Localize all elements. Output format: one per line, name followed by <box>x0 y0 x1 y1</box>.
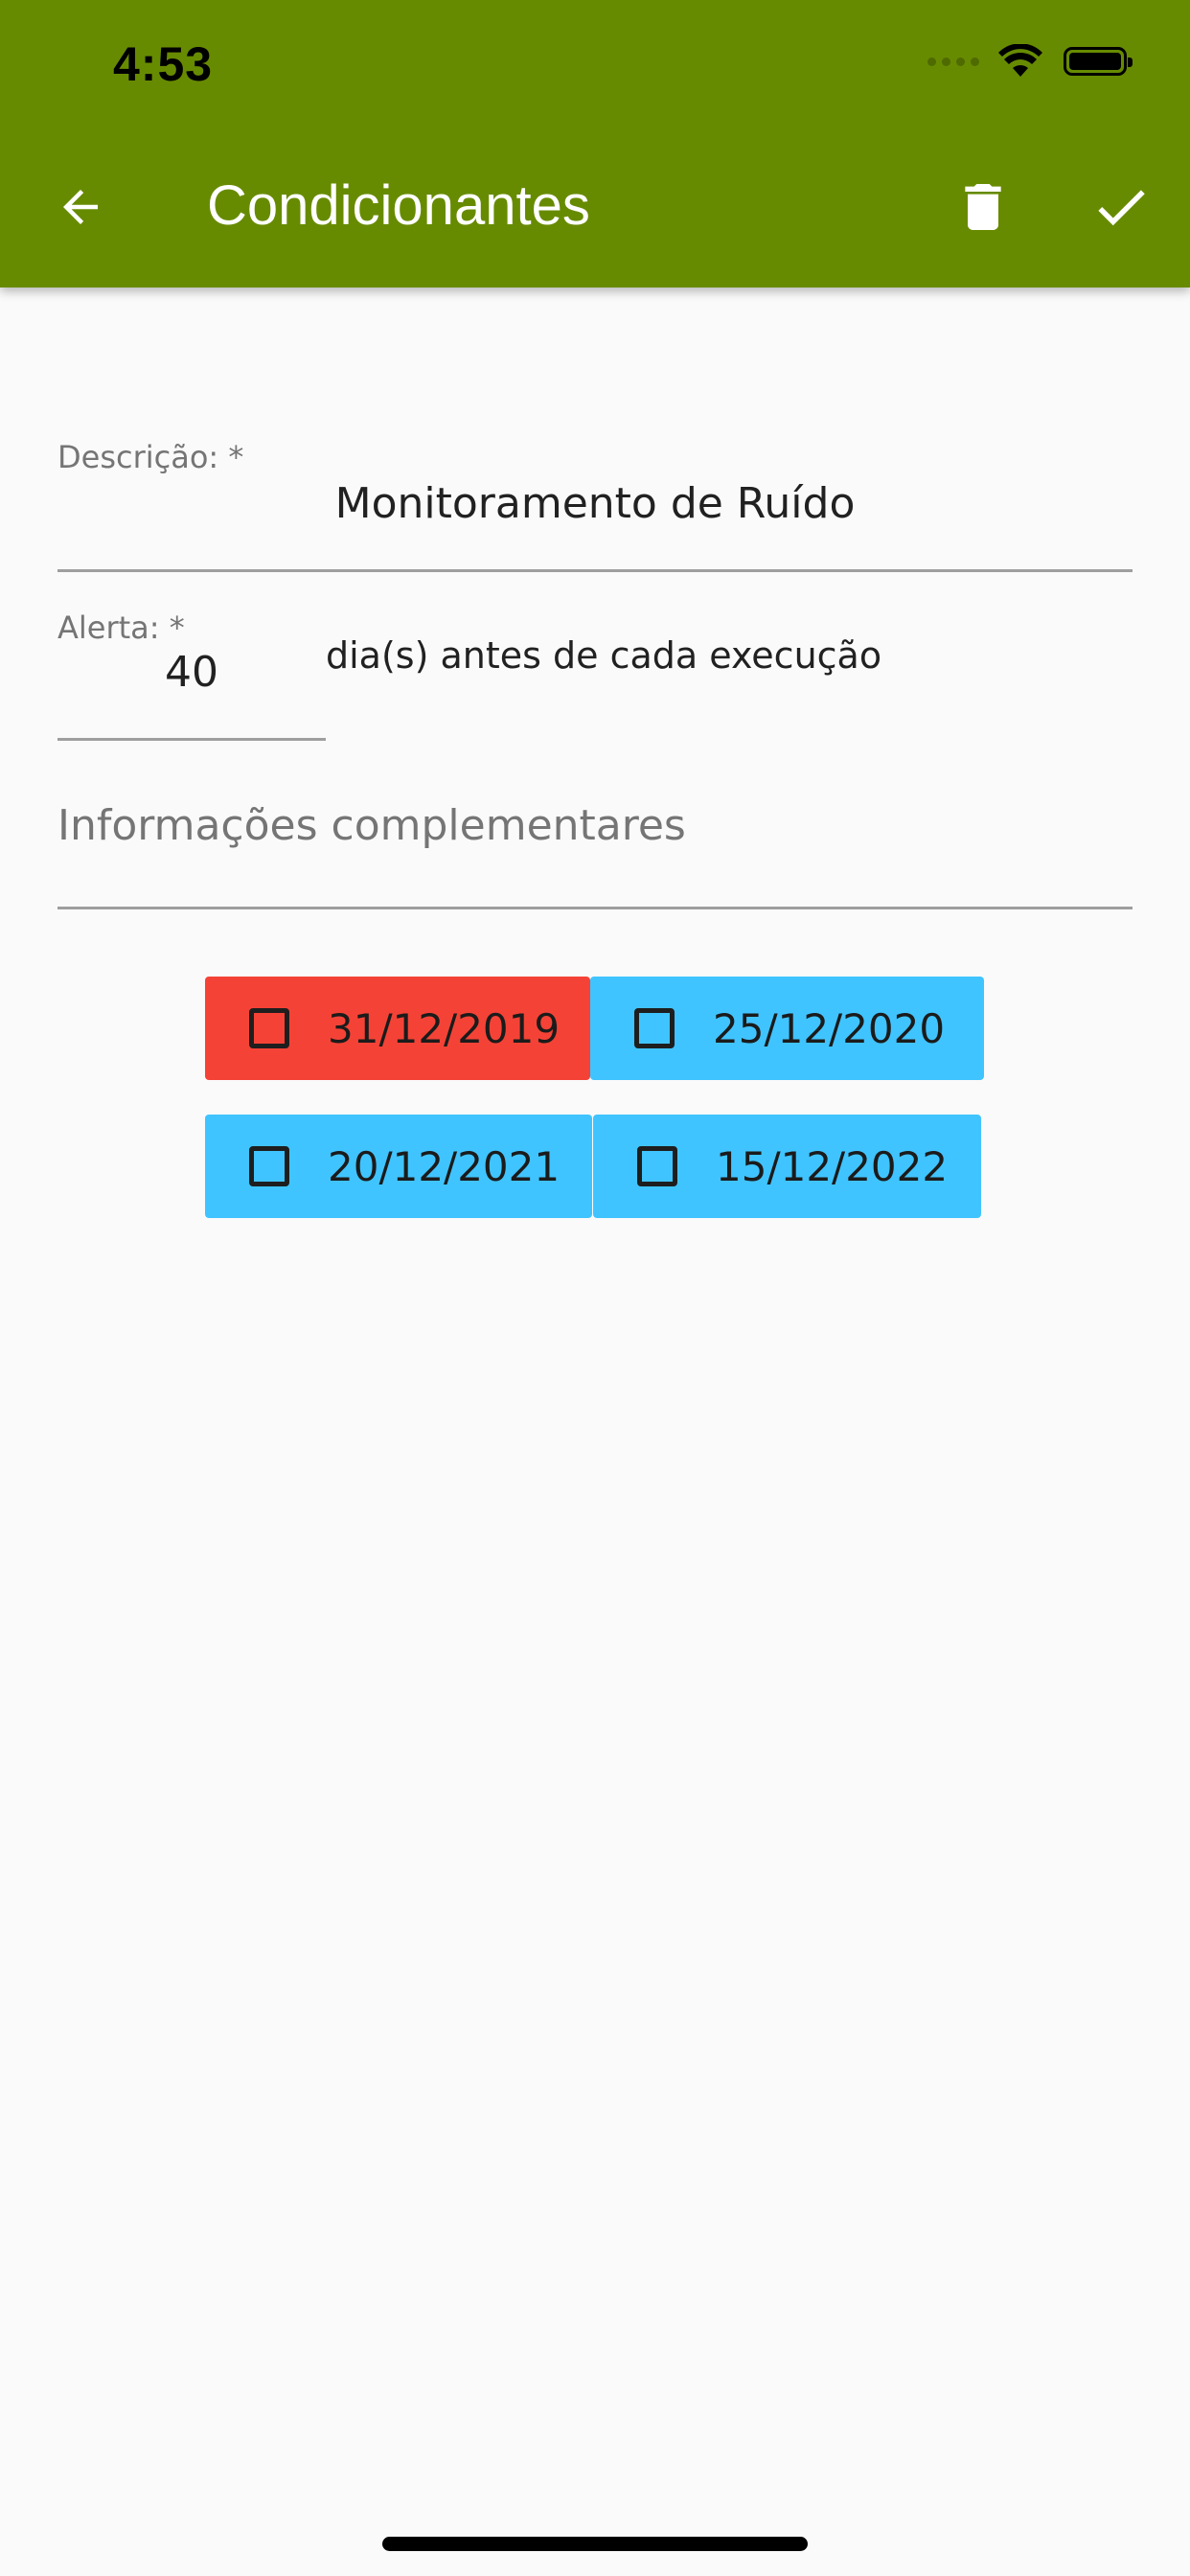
descricao-underline <box>57 569 1133 572</box>
checkbox-2019[interactable] <box>249 1008 289 1048</box>
wifi-icon <box>998 44 1042 77</box>
cellular-dots-icon <box>927 57 979 66</box>
checkbox-2020[interactable] <box>634 1008 675 1048</box>
alerta-underline <box>57 738 326 741</box>
page-title: Condicionantes <box>207 174 590 237</box>
check-icon <box>1098 190 1145 226</box>
date-label-2019: 31/12/2019 <box>328 1004 561 1052</box>
back-button[interactable] <box>33 159 128 255</box>
arrow-back-icon <box>63 190 98 224</box>
confirm-button[interactable] <box>1073 159 1169 255</box>
date-label-2022: 15/12/2022 <box>716 1142 949 1190</box>
alerta-suffix: dia(s) antes de cada execução <box>326 634 882 677</box>
battery-icon <box>1064 47 1133 76</box>
date-label-2021: 20/12/2021 <box>328 1142 561 1190</box>
checkbox-2022[interactable] <box>637 1146 677 1186</box>
descricao-label: Descrição: * <box>57 439 244 475</box>
status-icons <box>927 44 1133 79</box>
date-chip-2022[interactable]: 15/12/2022 <box>593 1115 981 1218</box>
informacoes-input[interactable]: Informações complementares <box>57 801 686 850</box>
delete-button[interactable] <box>935 159 1031 255</box>
informacoes-underline <box>57 907 1133 909</box>
date-chip-2020[interactable]: 25/12/2020 <box>590 977 984 1080</box>
status-time: 4:53 <box>113 37 214 91</box>
date-label-2020: 25/12/2020 <box>713 1004 946 1052</box>
home-indicator[interactable] <box>382 2537 808 2551</box>
date-chip-2019[interactable]: 31/12/2019 <box>205 977 590 1080</box>
alerta-label: Alerta: * <box>57 610 185 646</box>
alerta-input[interactable]: 40 <box>57 648 326 697</box>
date-chip-2021[interactable]: 20/12/2021 <box>205 1115 592 1218</box>
descricao-input[interactable]: Monitoramento de Ruído <box>57 479 1133 528</box>
app-bar: 4:53 Condicionantes <box>0 0 1190 288</box>
trash-icon <box>965 184 1001 230</box>
checkbox-2021[interactable] <box>249 1146 289 1186</box>
